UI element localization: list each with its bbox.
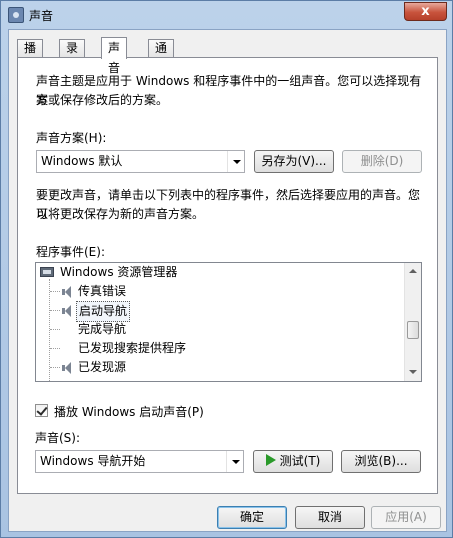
speaker-icon [62,362,74,374]
event-label: 已发现搜索提供程序 [78,341,187,355]
event-label: 传真错误 [78,284,127,298]
window-title: 声音 [29,9,54,23]
delete-button[interactable]: 删除(D) [342,150,422,173]
close-button[interactable]: x [404,2,447,21]
intro-text-line2: 案或保存修改后的方案。 [36,93,169,107]
event-label: 已发现源 [78,360,127,374]
apply-button[interactable]: 应用(A) [371,506,441,529]
test-label: 测试(T) [279,454,321,468]
speaker-icon [62,286,74,298]
tree-connector [50,291,60,292]
tab-playback[interactable]: 播放 [17,39,44,72]
startup-sound-checkbox[interactable] [35,404,48,417]
tree-connector [50,329,60,330]
scroll-up-arrow-icon[interactable] [405,263,421,279]
event-search-provider-found[interactable]: 已发现搜索提供程序 [78,339,186,358]
sound-dialog: 声音 x 播放 录制 声音 通信 声音主题是应用于 Windows 和程序事件中… [0,0,453,538]
dialog-body: 播放 录制 声音 通信 声音主题是应用于 Windows 和程序事件中的一组声音… [8,29,447,532]
save-as-button[interactable]: 另存为(V)... [254,150,334,173]
explorer-folder-icon [40,267,54,277]
browse-button[interactable]: 浏览(B)... [341,450,421,473]
title-bar[interactable]: 声音 x [1,1,452,29]
startup-sound-label[interactable]: 播放 Windows 启动声音(P) [54,403,204,420]
sound-label: 声音(S): [35,431,81,445]
speaker-icon [62,305,74,317]
speaker-app-icon [8,7,24,23]
event-label-selected: 启动导航 [76,301,131,322]
tree-connector [50,367,60,368]
tab-communications[interactable]: 通信 [148,39,175,72]
test-button[interactable]: 测试(T) [253,450,333,473]
group-label: Windows 资源管理器 [60,265,178,279]
chevron-down-icon [226,451,243,472]
events-scrollbar[interactable] [404,263,421,381]
scheme-label: 声音方案(H): [36,131,107,145]
event-label: 完成导航 [78,322,127,336]
scroll-down-arrow-icon[interactable] [405,364,421,380]
tab-sounds[interactable]: 声音 [101,37,128,75]
tab-recording[interactable]: 录制 [59,39,86,72]
cancel-button[interactable]: 取消 [295,506,365,529]
scheme-dropdown[interactable]: Windows 默认 [36,150,245,173]
play-icon [265,454,276,466]
instructions-line2: 以将更改保存为新的声音方案。 [36,207,205,221]
tree-connector [50,348,60,349]
sound-value: Windows 导航开始 [40,454,146,468]
events-label: 程序事件(E): [36,245,105,259]
scroll-thumb[interactable] [407,321,419,339]
sound-dropdown[interactable]: Windows 导航开始 [35,450,244,473]
ok-button[interactable]: 确定 [217,506,287,529]
event-complete-navigation[interactable]: 完成导航 [78,320,126,339]
program-events-list[interactable]: Windows 资源管理器 传真错误 启动导航 完成导航 已发现搜索提供程序 已… [35,262,422,382]
scheme-value: Windows 默认 [41,154,123,168]
chevron-down-icon [227,151,244,172]
tree-connector [50,310,60,311]
